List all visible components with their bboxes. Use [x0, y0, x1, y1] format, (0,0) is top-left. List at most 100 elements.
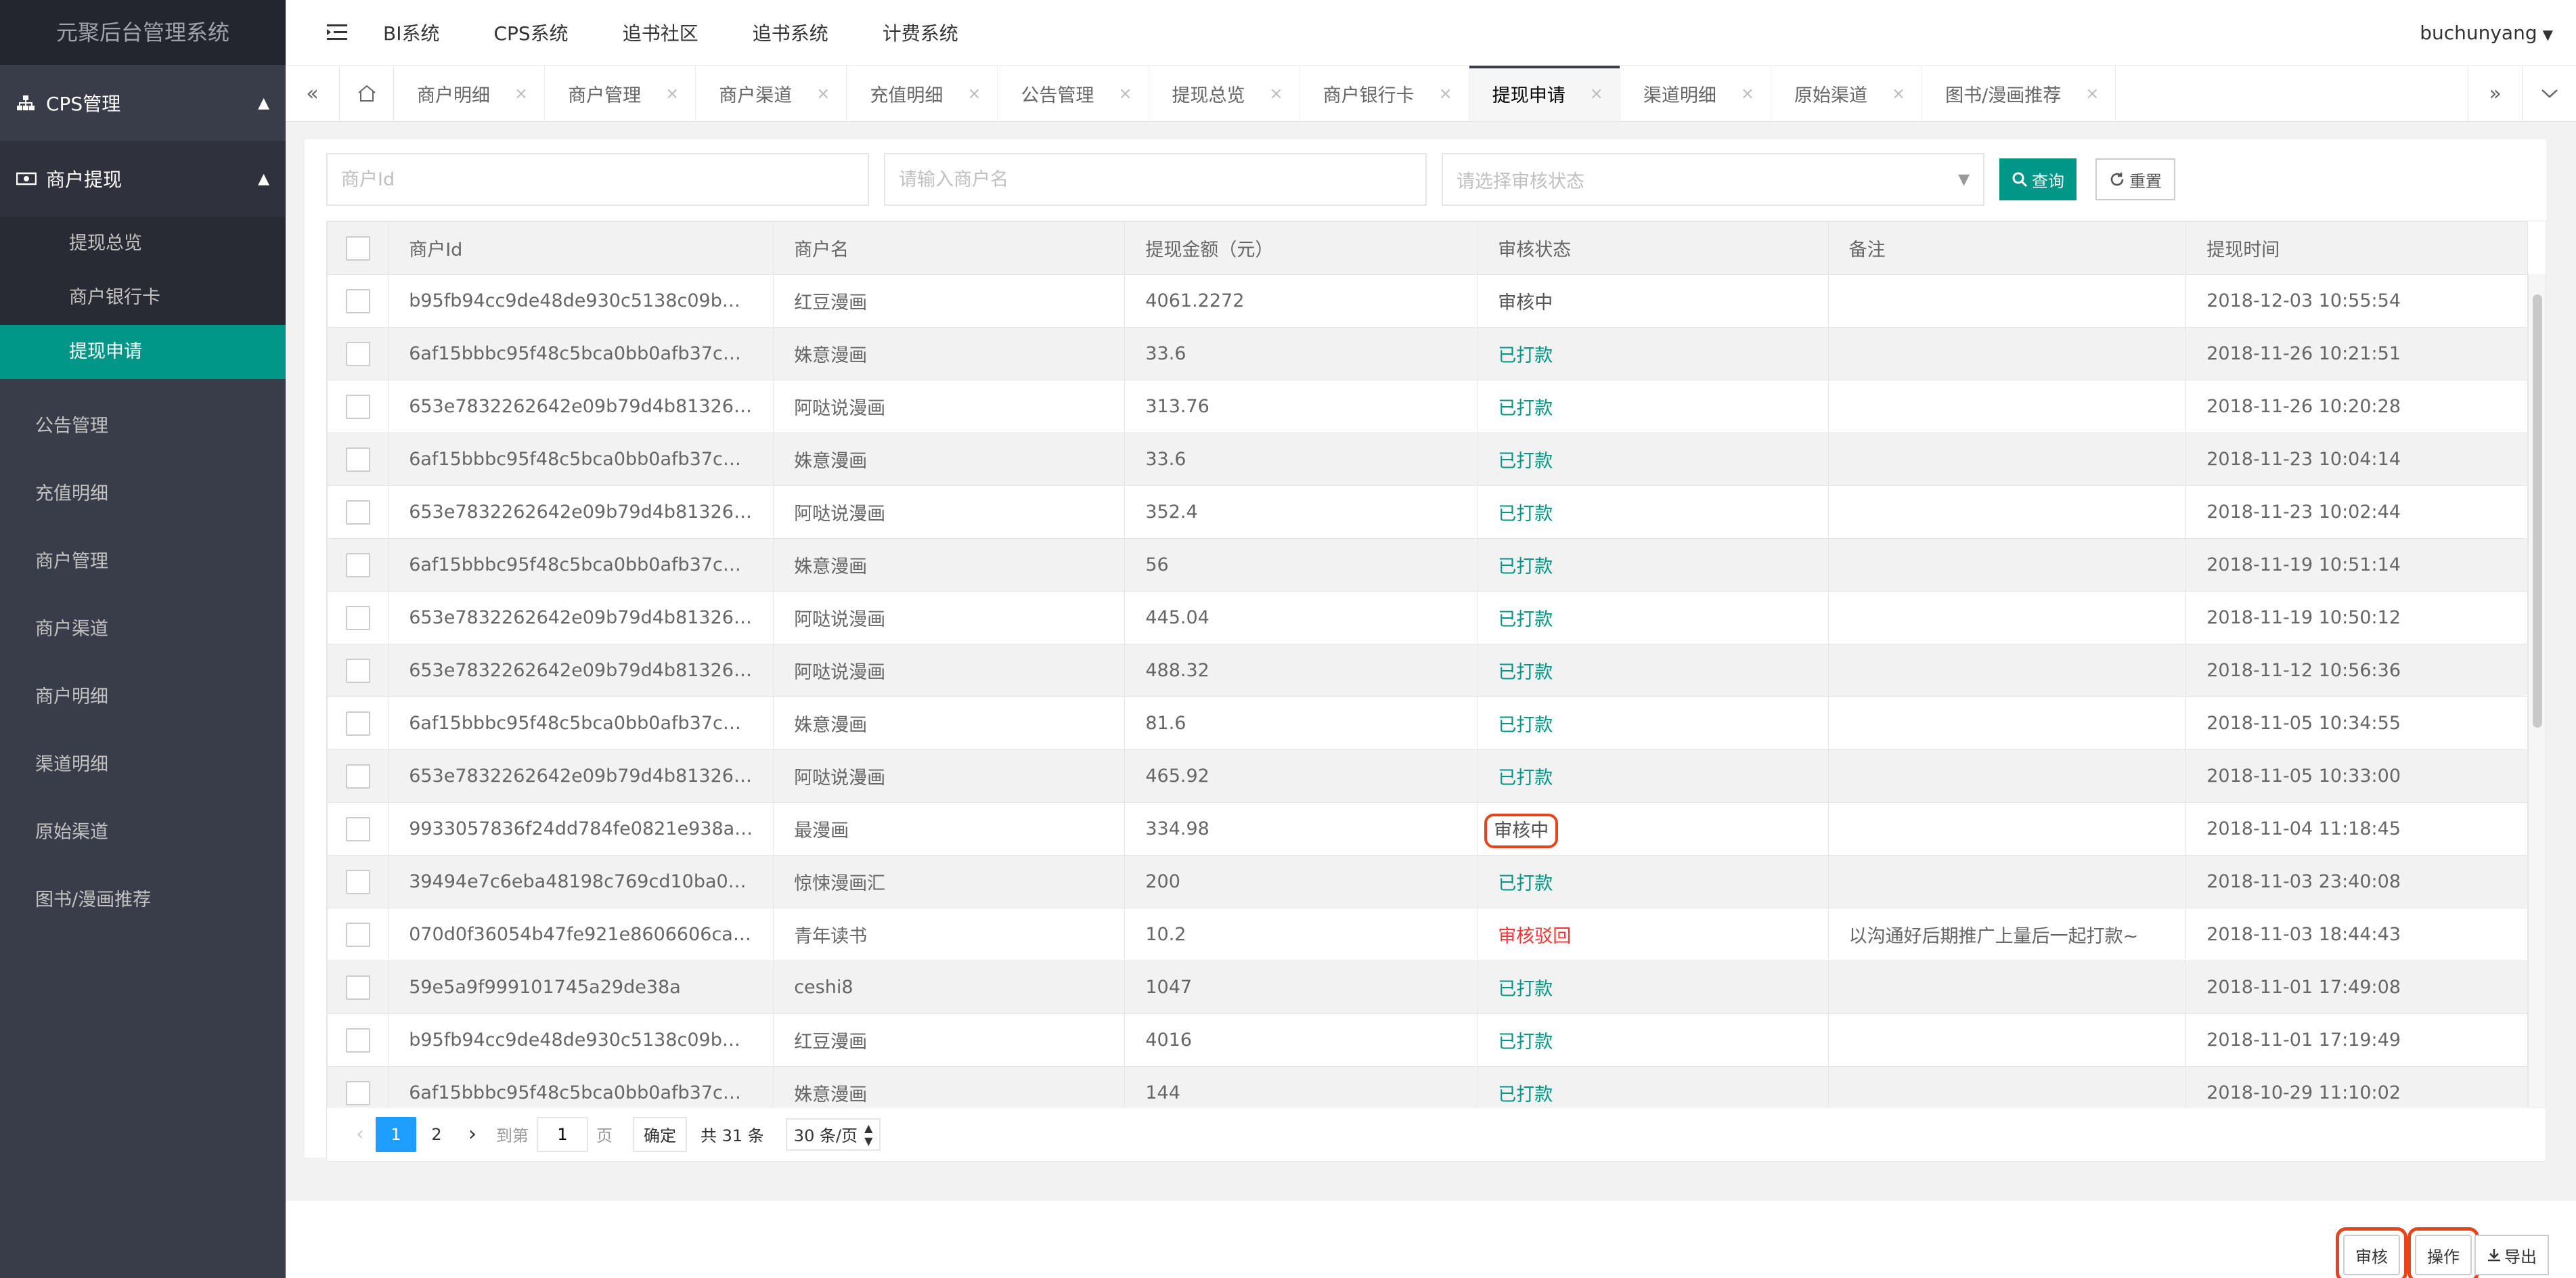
row-checkbox[interactable]	[345, 1028, 370, 1053]
table-row[interactable]: 6af15bbbc95f48c5bca0bb0afb37c… 姝意漫画 56 已打款 2…	[327, 538, 2528, 592]
top-menu-community[interactable]: 追书社区	[623, 19, 698, 46]
top-menu-bi[interactable]: BI系统	[383, 19, 439, 46]
row-checkbox[interactable]	[345, 1080, 370, 1105]
row-checkbox[interactable]	[345, 341, 370, 366]
row-checkbox[interactable]	[345, 605, 370, 630]
table-row[interactable]: 6af15bbbc95f48c5bca0bb0afb37c… 姝意漫画 33.6 已打…	[327, 433, 2528, 486]
close-icon[interactable]: ×	[2085, 84, 2099, 103]
next-page-icon[interactable]: ›	[457, 1122, 488, 1146]
tab-merchant-channel[interactable]: 商户渠道 ×	[696, 66, 847, 121]
table-row[interactable]: 59e5a9f999101745a29de38a ceshi8 1047 已打款 201…	[327, 961, 2528, 1014]
goto-page-input[interactable]	[537, 1116, 588, 1152]
tabs-scroll-right-icon[interactable]: »	[2468, 66, 2522, 121]
table-row[interactable]: 9933057836f24dd784fe0821e938a… 最漫画 334.98 审…	[327, 802, 2528, 856]
row-checkbox[interactable]	[345, 658, 370, 683]
column-header[interactable]: 商户名	[773, 221, 1126, 275]
page-2-button[interactable]: 2	[416, 1117, 457, 1152]
column-header[interactable]: 提现时间	[2185, 221, 2528, 275]
tab-merchant-bankcard[interactable]: 商户银行卡 ×	[1300, 66, 1469, 121]
table-row[interactable]: 653e7832262642e09b79d4b81326… 阿哒说漫画 313.76…	[327, 380, 2528, 433]
close-icon[interactable]: ×	[1118, 84, 1132, 103]
tabs-dropdown-icon[interactable]	[2522, 66, 2576, 121]
export-button[interactable]: 导出	[2474, 1235, 2549, 1275]
sidebar-item-recharge[interactable]: 充值明细	[0, 460, 286, 528]
row-checkbox[interactable]	[345, 711, 370, 736]
row-checkbox[interactable]	[345, 764, 370, 789]
sidebar-item-merchant-detail[interactable]: 商户明细	[0, 663, 286, 731]
table-row[interactable]: 6af15bbbc95f48c5bca0bb0afb37c… 姝意漫画 144 已打款…	[327, 1066, 2528, 1108]
column-header[interactable]: 提现金额（元）	[1124, 221, 1478, 275]
close-icon[interactable]: ×	[816, 84, 830, 103]
table-row[interactable]: 070d0f36054b47fe921e8606606ca… 青年读书 10.2 审核…	[327, 908, 2528, 961]
table-scroll-area[interactable]: 商户Id 商户名 提现金额（元） 审核状态 备注 提现时间 b95fb94cc9…	[327, 221, 2546, 1108]
sidebar-item-book-recommend[interactable]: 图书/漫画推荐	[0, 866, 286, 934]
table-row[interactable]: b95fb94cc9de48de930c5138c09b… 红豆漫画 4016 已打款…	[327, 1013, 2528, 1067]
top-menu-zhuishu[interactable]: 追书系统	[753, 19, 828, 46]
table-row[interactable]: b95fb94cc9de48de930c5138c09b… 红豆漫画 4061.22…	[327, 274, 2528, 328]
table-row[interactable]: 653e7832262642e09b79d4b81326… 阿哒说漫画 488.32…	[327, 644, 2528, 697]
row-checkbox[interactable]	[345, 869, 370, 894]
goto-confirm-button[interactable]: 确定	[633, 1116, 687, 1152]
column-header[interactable]: 备注	[1827, 221, 2187, 275]
tab-withdraw-request[interactable]: 提现申请 ×	[1469, 66, 1620, 121]
row-checkbox[interactable]	[345, 816, 370, 841]
table-row[interactable]: 6af15bbbc95f48c5bca0bb0afb37c… 姝意漫画 33.6 已打…	[327, 327, 2528, 380]
top-menu-billing[interactable]: 计费系统	[883, 19, 958, 46]
sidebar-item-channel-detail[interactable]: 渠道明细	[0, 731, 286, 799]
tab-original-channel[interactable]: 原始渠道 ×	[1771, 66, 1923, 121]
table-scrollbar[interactable]	[2528, 274, 2546, 1108]
close-icon[interactable]: ×	[1439, 84, 1452, 103]
column-header[interactable]: 商户Id	[388, 221, 774, 275]
home-tab[interactable]	[340, 66, 394, 121]
merchant-name-input[interactable]	[884, 153, 1427, 206]
reset-button[interactable]: 重置	[2095, 158, 2175, 200]
sidebar-group-withdraw[interactable]: 商户提现 ▲	[0, 141, 286, 217]
close-icon[interactable]: ×	[967, 84, 981, 103]
tab-recharge-detail[interactable]: 充值明细 ×	[847, 66, 998, 121]
table-row[interactable]: 39494e7c6eba48198c769cd10ba0… 惊悚漫画汇 200 已打款…	[327, 855, 2528, 908]
close-icon[interactable]: ×	[1741, 84, 1754, 103]
row-checkbox[interactable]	[345, 394, 370, 419]
menu-toggle-icon[interactable]	[311, 24, 363, 41]
close-icon[interactable]: ×	[1270, 84, 1283, 103]
page-size-select[interactable]: 30 条/页 ▲ ▼	[785, 1118, 881, 1151]
operate-button[interactable]: 操作	[2407, 1227, 2479, 1278]
table-row[interactable]: 6af15bbbc95f48c5bca0bb0afb37c… 姝意漫画 81.6 已打…	[327, 697, 2528, 750]
row-checkbox[interactable]	[345, 500, 370, 525]
tab-merchant-detail[interactable]: 商户明细 ×	[394, 66, 546, 121]
page-1-button[interactable]: 1	[376, 1116, 416, 1152]
merchant-id-input[interactable]	[326, 153, 869, 206]
row-checkbox[interactable]	[345, 288, 370, 313]
sidebar-group-cps[interactable]: CPS管理 ▲	[0, 65, 286, 141]
sidebar-item-announcement[interactable]: 公告管理	[0, 393, 286, 460]
scrollbar-thumb[interactable]	[2533, 294, 2542, 728]
tab-withdraw-overview[interactable]: 提现总览 ×	[1149, 66, 1300, 121]
tabs-scroll-left-icon[interactable]: «	[286, 66, 340, 121]
close-icon[interactable]: ×	[1590, 84, 1603, 103]
column-header[interactable]: 审核状态	[1477, 221, 1829, 275]
sidebar-item-withdraw-request[interactable]: 提现申请	[0, 325, 286, 379]
sidebar-item-merchant-channel[interactable]: 商户渠道	[0, 596, 286, 663]
tab-merchant-manage[interactable]: 商户管理 ×	[545, 66, 696, 121]
row-checkbox[interactable]	[345, 975, 370, 1000]
row-checkbox[interactable]	[345, 447, 370, 472]
tab-channel-detail[interactable]: 渠道明细 ×	[1620, 66, 1771, 121]
row-checkbox[interactable]	[345, 552, 370, 577]
table-row[interactable]: 653e7832262642e09b79d4b81326… 阿哒说漫画 352.4 已…	[327, 485, 2528, 539]
audit-button[interactable]: 审核	[2336, 1227, 2407, 1278]
tab-announcement[interactable]: 公告管理 ×	[998, 66, 1149, 121]
prev-page-icon[interactable]: ‹	[345, 1122, 376, 1146]
top-menu-cps[interactable]: CPS系统	[493, 19, 568, 46]
status-select[interactable]: 请选择审核状态 ▼	[1442, 153, 1984, 206]
close-icon[interactable]: ×	[514, 84, 528, 103]
tab-book-recommend[interactable]: 图书/漫画推荐 ×	[1922, 66, 2116, 121]
sidebar-item-original-channel[interactable]: 原始渠道	[0, 799, 286, 866]
table-row[interactable]: 653e7832262642e09b79d4b81326… 阿哒说漫画 465.92…	[327, 749, 2528, 803]
sidebar-item-merchant-manage[interactable]: 商户管理	[0, 528, 286, 596]
query-button[interactable]: 查询	[1999, 158, 2077, 200]
sidebar-item-merchant-bankcard[interactable]: 商户银行卡	[0, 271, 286, 325]
close-icon[interactable]: ×	[665, 84, 679, 103]
row-checkbox[interactable]	[345, 922, 370, 947]
close-icon[interactable]: ×	[1892, 84, 1905, 103]
user-menu[interactable]: buchunyang ▼	[2420, 22, 2553, 44]
